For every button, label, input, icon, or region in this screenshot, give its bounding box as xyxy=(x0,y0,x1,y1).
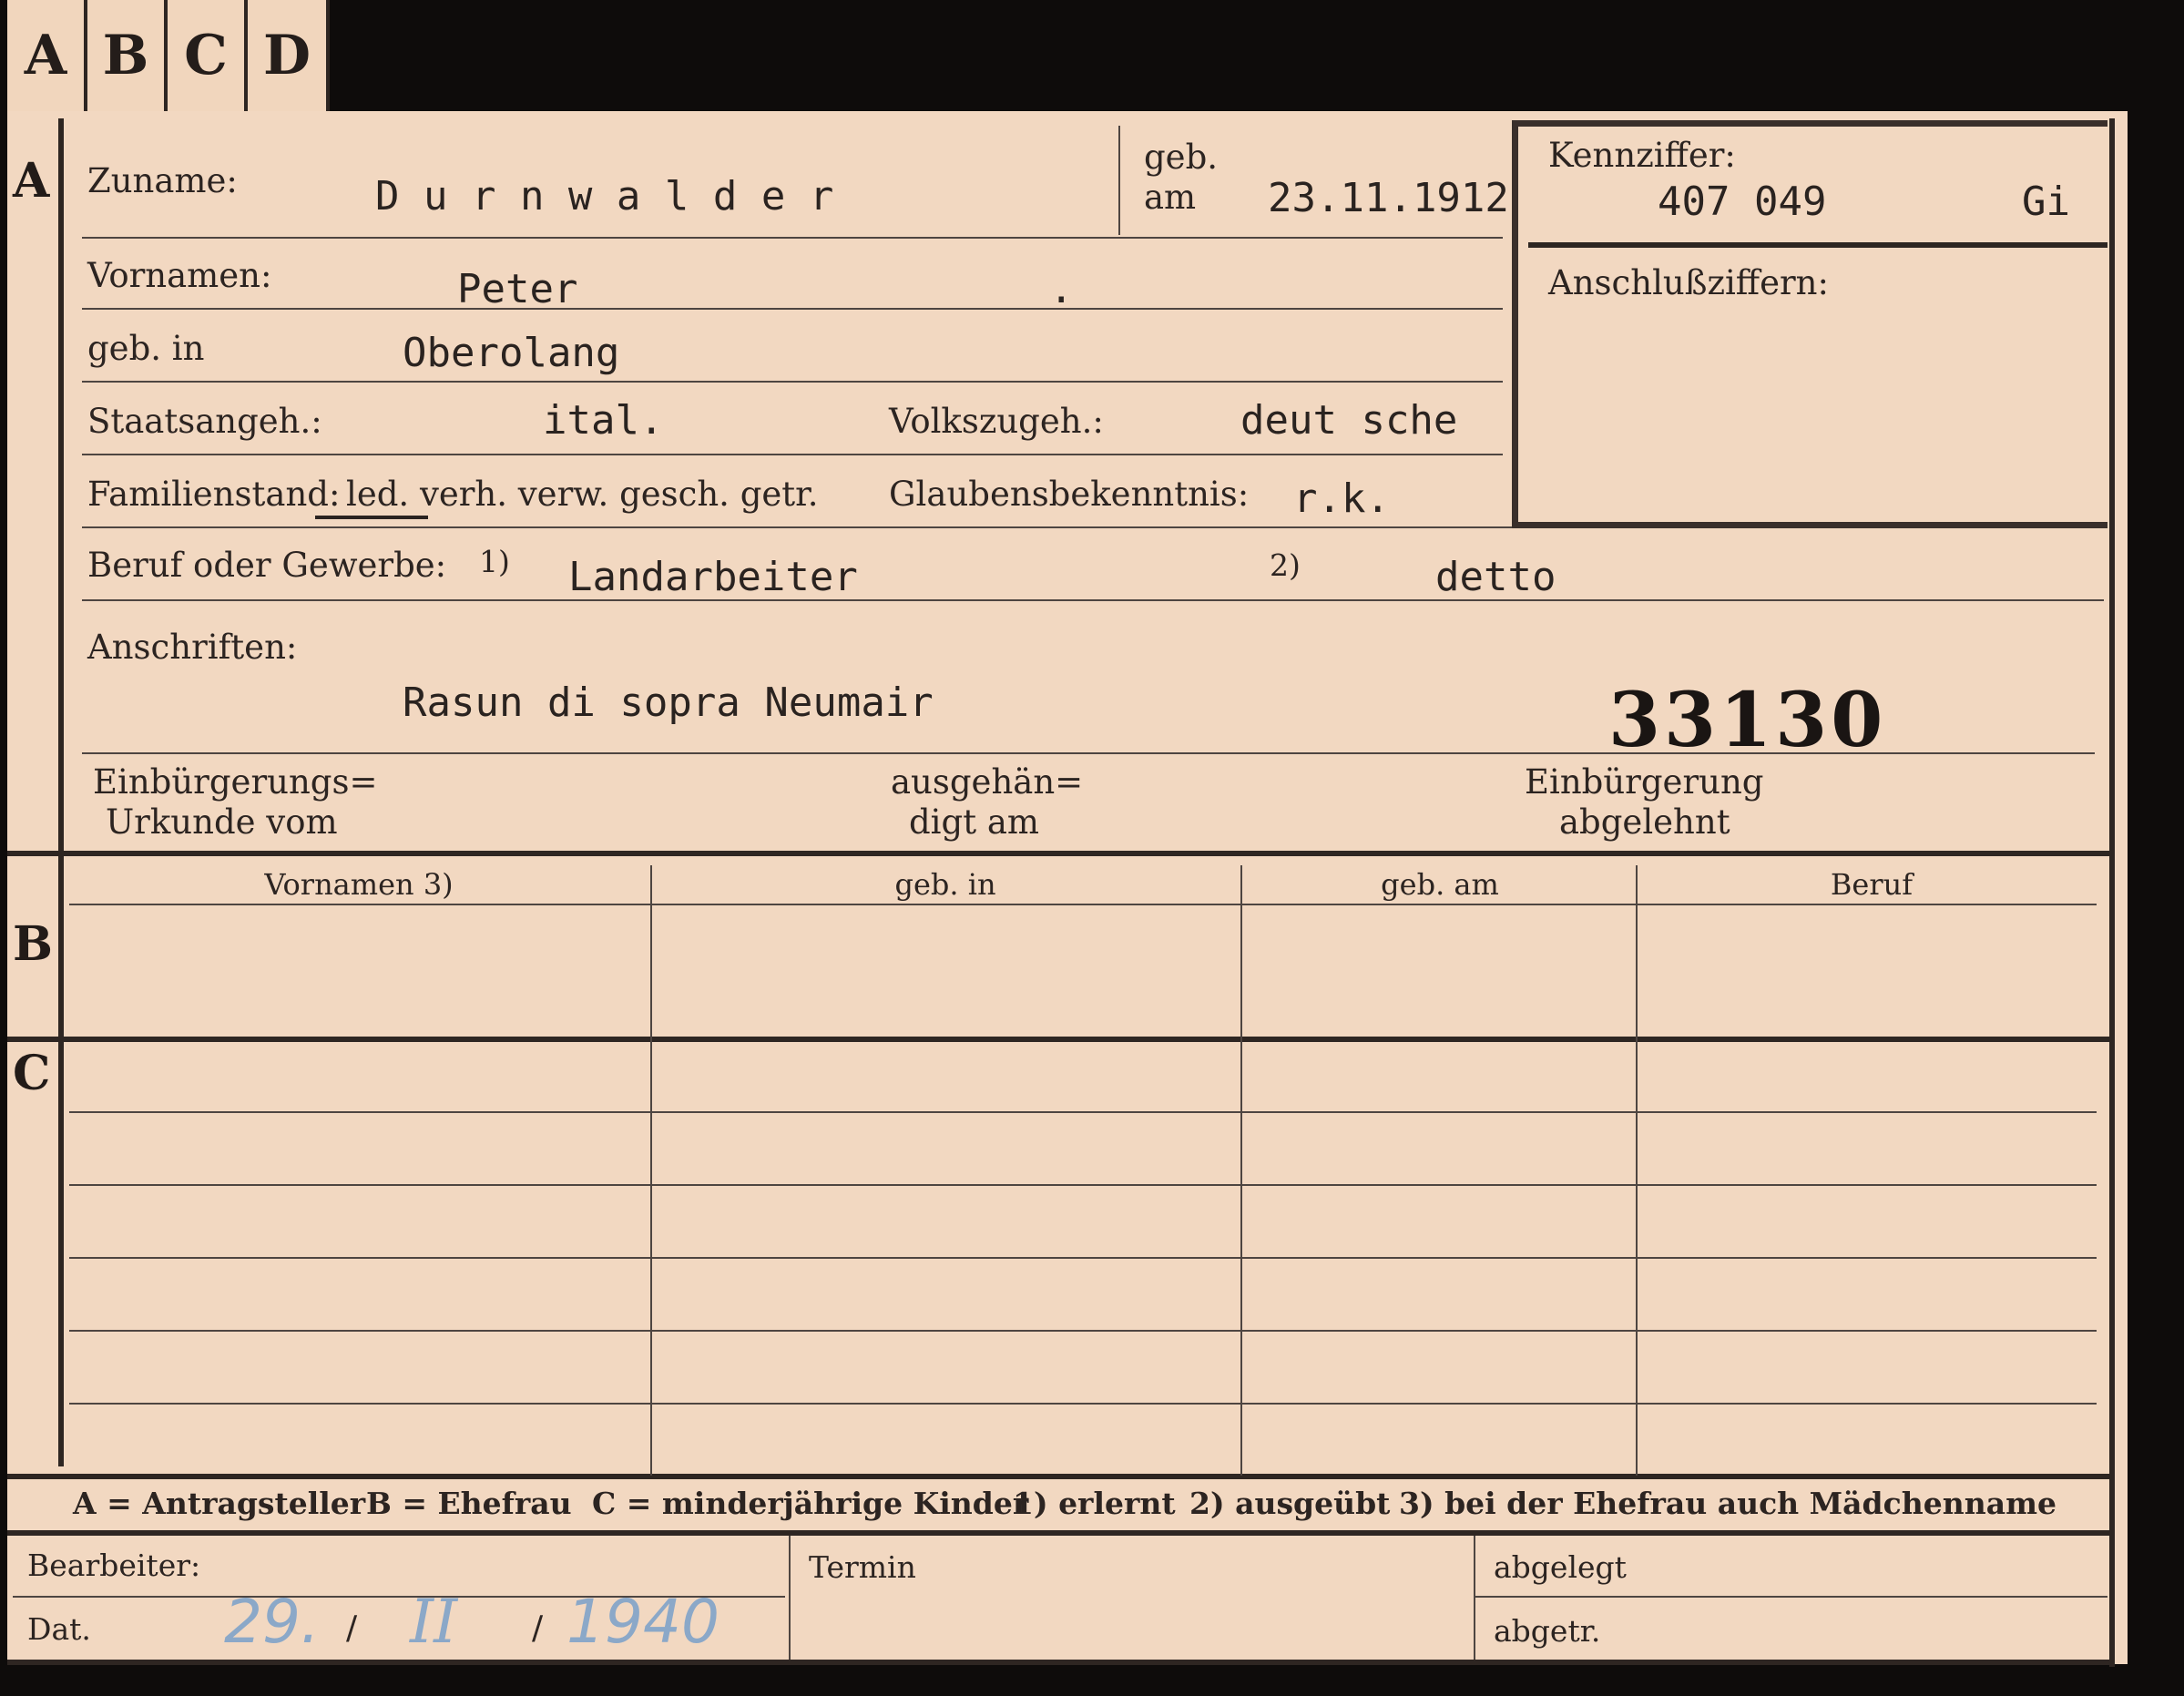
beruf-value-1: Landarbeiter xyxy=(568,554,858,600)
legend-a: A = Antragsteller xyxy=(73,1486,366,1521)
row-rule-zuname xyxy=(82,237,1503,239)
row-rule-geb-in xyxy=(82,381,1503,383)
ausgehaen-label-2: digt am xyxy=(909,802,1039,842)
beruf-mark-2: 2) xyxy=(1270,547,1301,583)
tab-a: A xyxy=(7,0,87,111)
einbuerg-label-2: Urkunde vom xyxy=(106,802,338,842)
card-left-border xyxy=(58,118,64,1466)
row-rule-familienstand xyxy=(82,526,1512,528)
tab-c: C xyxy=(168,0,248,111)
geb-am-value: 23.11.1912 xyxy=(1268,175,1509,221)
legend-c: C = minderjährige Kinder xyxy=(592,1486,1029,1521)
anschriften-label: Anschriften: xyxy=(87,628,298,667)
section-c-mark: C xyxy=(13,1046,51,1101)
row-rule-anschriften xyxy=(82,752,2095,754)
familienstand-underline xyxy=(315,516,428,519)
footer-div-1 xyxy=(789,1536,791,1660)
kennziffer-label: Kennziffer: xyxy=(1548,136,1736,175)
card-bottom-rule xyxy=(7,1660,2115,1665)
legend-note-1: 1) erlernt xyxy=(1013,1486,1176,1521)
c-row-rule-2 xyxy=(69,1184,2097,1186)
date-year: 1940 xyxy=(566,1587,719,1657)
staatsangeh-value: ital. xyxy=(543,397,664,444)
section-c-bottom-rule xyxy=(7,1474,2115,1479)
geb-divider xyxy=(1118,126,1120,235)
col-head-geb-am: geb. am xyxy=(1381,867,1499,902)
familienstand-options: led. verh. verw. gesch. getr. xyxy=(346,475,819,514)
bearbeiter-label: Bearbeiter: xyxy=(27,1548,201,1583)
date-sep-1: / xyxy=(346,1609,358,1647)
geb-in-label: geb. in xyxy=(87,329,205,368)
section-a-mark: A xyxy=(13,153,50,209)
date-day: 29. xyxy=(224,1587,320,1657)
section-a-bottom-rule xyxy=(7,851,2115,856)
ausgehaen-label-1: ausgehän= xyxy=(891,762,1084,802)
staatsangeh-label: Staatsangeh.: xyxy=(87,402,322,441)
footer-div-2 xyxy=(1474,1536,1475,1660)
col-head-beruf: Beruf xyxy=(1830,867,1914,902)
dat-label: Dat. xyxy=(27,1611,91,1647)
anschriften-value: Rasun di sopra Neumair xyxy=(403,679,934,726)
legend-b: B = Ehefrau xyxy=(366,1486,572,1521)
zuname-value: D u r n w a l d e r xyxy=(375,173,834,220)
row-rule-vornamen xyxy=(82,308,1503,310)
kennziffer-value: 407 049 xyxy=(1658,179,1827,225)
section-b-bottom-rule xyxy=(7,1037,2115,1042)
col-div-1 xyxy=(650,865,652,1476)
row-rule-beruf xyxy=(82,599,2104,601)
tab-b: B xyxy=(87,0,168,111)
volkszugeh-label: Volkszugeh.: xyxy=(889,402,1104,441)
abgelehnt-label-1: Einbürgerung xyxy=(1525,762,1764,802)
kennziffer-suffix: Gi xyxy=(2022,179,2070,225)
beruf-mark-1: 1) xyxy=(479,544,510,579)
glaubens-label: Glaubensbekenntnis: xyxy=(889,475,1250,514)
familienstand-label: Familienstand: xyxy=(87,475,341,514)
abgelehnt-label-2: abgelehnt xyxy=(1559,802,1730,842)
glaubens-value: r.k. xyxy=(1293,475,1390,522)
einbuerg-label-1: Einbürgerungs= xyxy=(93,762,378,802)
col-head-vornamen: Vornamen 3) xyxy=(264,867,454,902)
row-rule-staatsangeh xyxy=(82,454,1503,455)
section-b-head-rule xyxy=(69,904,2097,905)
c-row-rule-1 xyxy=(69,1111,2097,1113)
zuname-label: Zuname: xyxy=(87,161,238,200)
anschluss-label: Anschlußziffern: xyxy=(1548,263,1829,302)
am-label: am xyxy=(1144,178,1197,217)
abgelegt-label: abgelegt xyxy=(1494,1549,1627,1585)
c-row-rule-4 xyxy=(69,1330,2097,1332)
legend-note-3: 3) bei der Ehefrau auch Mädchenname xyxy=(1399,1486,2056,1521)
tab-d: D xyxy=(248,0,330,111)
kennziffer-divider xyxy=(1528,242,2107,248)
date-sep-2: / xyxy=(532,1609,544,1647)
c-row-rule-5 xyxy=(69,1403,2097,1405)
geb-label: geb. xyxy=(1144,138,1219,177)
legend-note-2: 2) ausgeübt xyxy=(1189,1486,1391,1521)
col-head-geb-in: geb. in xyxy=(894,867,996,902)
vornamen-value: Peter xyxy=(457,266,578,312)
geb-in-value: Oberolang xyxy=(403,330,620,376)
vornamen-label: Vornamen: xyxy=(87,256,272,295)
stamp-number: 33130 xyxy=(1608,677,1887,764)
col-div-3 xyxy=(1636,865,1638,1476)
vornamen-mark: . xyxy=(1049,266,1074,312)
volkszugeh-value: deut sche xyxy=(1240,397,1458,444)
card-right-border xyxy=(2109,118,2115,1667)
col-div-2 xyxy=(1240,865,1242,1476)
c-row-rule-3 xyxy=(69,1257,2097,1259)
termin-label: Termin xyxy=(809,1549,916,1585)
footer-mid-rule-right xyxy=(1475,1596,2107,1598)
beruf-label: Beruf oder Gewerbe: xyxy=(87,546,447,585)
date-month: II xyxy=(410,1587,458,1657)
beruf-value-2: detto xyxy=(1435,554,1556,600)
section-b-mark: B xyxy=(13,916,53,972)
legend-bottom-rule xyxy=(7,1530,2115,1536)
abgetr-label: abgetr. xyxy=(1494,1613,1601,1649)
